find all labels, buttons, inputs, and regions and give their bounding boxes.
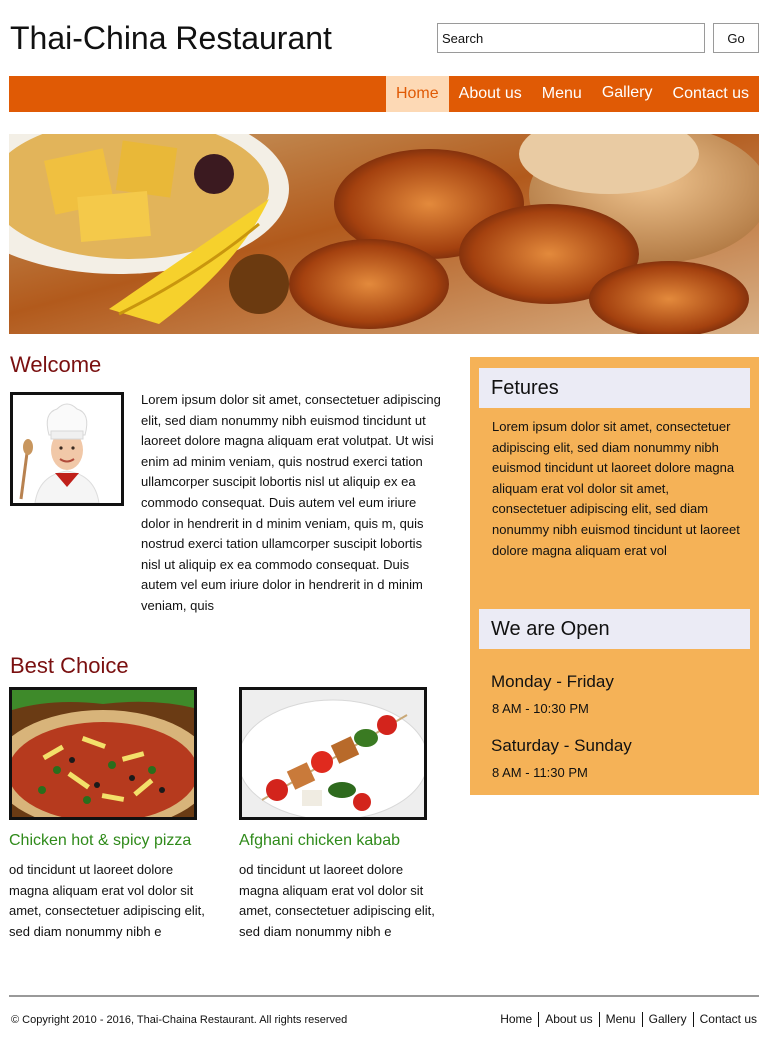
footer-divider <box>9 995 759 997</box>
hours-time-weekend: 8 AM - 11:30 PM <box>492 765 588 780</box>
hours-days-weekday: Monday - Friday <box>491 672 614 691</box>
nav-item-menu[interactable]: Menu <box>532 76 592 112</box>
footer-link-home[interactable]: Home <box>494 1012 538 1027</box>
nav-item-about-us[interactable]: About us <box>449 76 532 112</box>
chef-photo <box>10 392 124 506</box>
best-choice-heading: Best Choice <box>10 653 129 678</box>
search-go-button[interactable]: Go <box>713 23 759 53</box>
welcome-heading: Welcome <box>10 352 102 377</box>
dish-title-pizza[interactable]: Chicken hot & spicy pizza <box>9 832 191 850</box>
hours-days-weekend: Saturday - Sunday <box>491 736 632 755</box>
welcome-text: Lorem ipsum dolor sit amet, consectetuer… <box>141 392 441 613</box>
footer-link-menu[interactable]: Menu <box>598 1012 642 1027</box>
dish-description-kabab: od tincidunt ut laoreet dolore magna ali… <box>239 862 435 939</box>
nav-item-home[interactable]: Home <box>385 76 449 112</box>
main-navbar: Home About us Menu Gallery Contact us <box>9 76 759 112</box>
footer-link-contact-us[interactable]: Contact us <box>692 1012 757 1027</box>
copyright-text: © Copyright 2010 - 2016, Thai-Chaina Res… <box>11 1014 348 1026</box>
footer-link-about-us[interactable]: About us <box>538 1012 598 1027</box>
features-heading: Fetures <box>491 377 559 399</box>
footer-link-gallery[interactable]: Gallery <box>641 1012 693 1027</box>
opening-hours-heading-box: We are Open <box>479 609 750 649</box>
sidebar: Fetures Lorem ipsum dolor sit amet, cons… <box>470 357 759 795</box>
search-input[interactable] <box>437 23 705 53</box>
features-heading-box: Fetures <box>479 368 750 408</box>
dish-description-pizza: od tincidunt ut laoreet dolore magna ali… <box>9 862 205 939</box>
features-text: Lorem ipsum dolor sit amet, consectetuer… <box>492 419 740 558</box>
hero-food-image <box>9 134 759 334</box>
footer-nav: Home About us Menu Gallery Contact us <box>494 1012 757 1027</box>
pizza-photo[interactable] <box>9 687 197 820</box>
dish-title-kabab[interactable]: Afghani chicken kabab <box>239 832 400 850</box>
nav-item-contact-us[interactable]: Contact us <box>663 76 759 112</box>
site-title: Thai-China Restaurant <box>10 20 332 56</box>
hours-time-weekday: 8 AM - 10:30 PM <box>492 701 589 716</box>
nav-item-gallery[interactable]: Gallery <box>592 76 663 112</box>
kabab-photo[interactable] <box>239 687 427 820</box>
opening-hours-heading: We are Open <box>491 618 610 640</box>
nav-menu: Home About us Menu Gallery Contact us <box>385 76 759 112</box>
